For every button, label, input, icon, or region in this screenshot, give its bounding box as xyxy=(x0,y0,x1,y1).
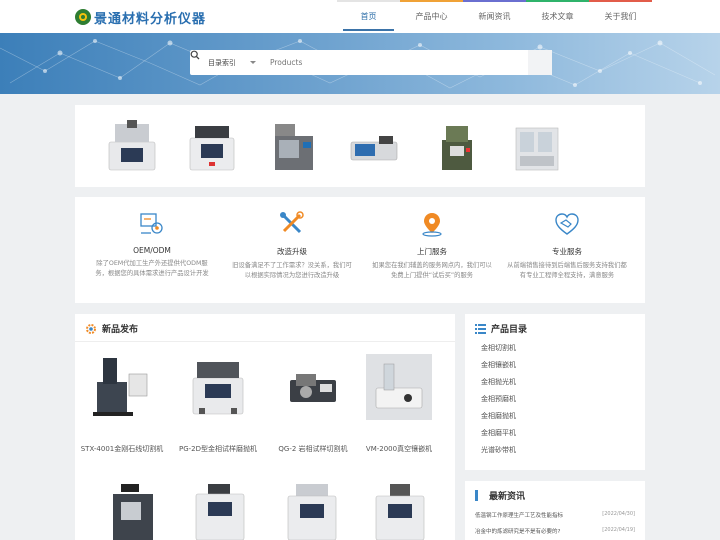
news-bar-icon xyxy=(475,490,478,501)
nav-label: 技术文章 xyxy=(541,12,574,21)
nav-topbar xyxy=(337,0,400,2)
list-icon xyxy=(475,324,486,334)
nav-label: 新闻资讯 xyxy=(478,12,511,21)
news-title: 冶金中的炼滤研究是不是有必要的? xyxy=(475,529,561,535)
product-name: STX-4001金刚石线切割机 xyxy=(80,445,164,453)
product-image[interactable] xyxy=(370,484,430,540)
product-image xyxy=(192,362,244,415)
product-image xyxy=(366,354,432,420)
nav-label: 关于我们 xyxy=(604,12,637,21)
service-onsite[interactable]: 上门服务 如果您在我们辅盖的服务网点内，我们可以免费上门提供“试后买”的服务 xyxy=(372,211,492,281)
gear-screen-icon xyxy=(140,213,163,234)
service-title: 改造升级 xyxy=(277,247,307,256)
section-title: 产品目录 xyxy=(491,325,528,335)
search-input[interactable] xyxy=(264,50,528,75)
nav-active-underline xyxy=(343,29,394,31)
map-pin-icon xyxy=(422,213,442,237)
product-image[interactable] xyxy=(347,120,401,174)
nav-home[interactable]: 首页 xyxy=(337,0,400,33)
search-bar: 目录索引 xyxy=(190,50,552,75)
catalog-item[interactable]: 光谱砂带机 xyxy=(481,442,516,459)
product-name: PG-2D型金相试样磨抛机 xyxy=(178,445,257,453)
service-pro[interactable]: 专业服务 从前端销售接待到后端售后服务支持我们都有专业工程师全程支持，满意服务 xyxy=(507,211,627,281)
catalog-item[interactable]: 金相切割机 xyxy=(481,340,516,357)
section-title: 最新资讯 xyxy=(489,492,526,502)
latest-news-panel: 最新资讯 低温钢工作原理生产工艺及性能指标 [2022/04/30] 冶金中的炼… xyxy=(465,481,645,540)
product-card[interactable]: STX-4001金刚石线切割机 xyxy=(76,354,168,454)
product-image[interactable] xyxy=(510,120,564,174)
service-oem[interactable]: OEM/ODM 除了OEM代加工生产外还提供代ODM服务，根据您的具体需求进行产… xyxy=(92,211,212,279)
site-header: 景通材料分析仪器 首页 产品中心 新闻资讯 技术文章 关于我们 xyxy=(0,0,720,33)
product-image[interactable] xyxy=(190,484,250,540)
search-icon xyxy=(190,50,200,60)
service-title: OEM/ODM xyxy=(133,246,171,255)
news-title: 低温钢工作原理生产工艺及性能指标 xyxy=(475,513,564,519)
product-card[interactable]: PG-2D型金相试样磨抛机 xyxy=(172,354,264,454)
catalog-item[interactable]: 金相磨抛机 xyxy=(481,408,516,425)
logo-text: 景通材料分析仪器 xyxy=(94,11,207,27)
featured-products-strip xyxy=(75,105,645,187)
product-image[interactable] xyxy=(105,120,159,174)
section-title: 新品发布 xyxy=(102,325,139,335)
search-category-select[interactable]: 目录索引 xyxy=(190,50,264,75)
nav-topbar xyxy=(589,0,652,2)
service-title: 专业服务 xyxy=(552,247,582,256)
new-products-panel: 新品发布 STX-4001金刚石线切割机 PG-2D型金相试样磨抛机 QG-2 … xyxy=(75,314,455,540)
catalog-list: 金相切割机 金相镶嵌机 金相抛光机 金相预磨机 金相磨抛机 金相磨平机 光谱砂带… xyxy=(481,340,516,459)
nav-topbar xyxy=(400,0,463,2)
nav-news[interactable]: 新闻资讯 xyxy=(463,0,526,33)
nav-topbar xyxy=(463,0,526,2)
nav-label: 首页 xyxy=(360,12,377,21)
service-desc: 旧设备满足不了工作需求？没关系，我们可以根据实际情况为您进行改造升级 xyxy=(232,262,352,279)
nav-products[interactable]: 产品中心 xyxy=(400,0,463,33)
nav-about[interactable]: 关于我们 xyxy=(589,0,652,33)
nav-label: 产品中心 xyxy=(415,12,448,21)
nav-articles[interactable]: 技术文章 xyxy=(526,0,589,33)
search-button[interactable] xyxy=(190,50,552,75)
service-title: 上门服务 xyxy=(417,247,447,256)
handshake-icon xyxy=(555,213,579,235)
main-nav: 首页 产品中心 新闻资讯 技术文章 关于我们 xyxy=(337,0,652,33)
section-header: 产品目录 xyxy=(475,322,527,335)
product-card[interactable]: VM-2000真空镶嵌机 xyxy=(353,354,445,454)
catalog-item[interactable]: 金相镶嵌机 xyxy=(481,357,516,374)
product-image[interactable] xyxy=(282,484,342,540)
divider xyxy=(75,341,455,342)
gear-icon xyxy=(86,323,96,334)
search-category-label: 目录索引 xyxy=(208,58,236,67)
catalog-item[interactable]: 金相预磨机 xyxy=(481,391,516,408)
tools-icon xyxy=(280,211,304,234)
nav-topbar xyxy=(526,0,589,2)
service-desc: 从前端销售接待到后端售后服务支持我们都有专业工程师全程支持，满意服务 xyxy=(507,262,627,279)
chevron-down-icon xyxy=(250,61,256,64)
service-desc: 除了OEM代加工生产外还提供代ODM服务，根据您的具体需求进行产品设计开发 xyxy=(95,260,209,277)
catalog-item[interactable]: 金相磨平机 xyxy=(481,425,516,442)
news-date: [2022/04/30] xyxy=(602,511,635,517)
product-image xyxy=(290,374,336,402)
news-item[interactable]: 冶金中的炼滤研究是不是有必要的? [2022/04/19] xyxy=(475,527,635,535)
services-panel: OEM/ODM 除了OEM代加工生产外还提供代ODM服务，根据您的具体需求进行产… xyxy=(75,197,645,303)
product-name: QG-2 岩相试样切割机 xyxy=(278,445,348,453)
service-upgrade[interactable]: 改造升级 旧设备满足不了工作需求？没关系，我们可以根据实际情况为您进行改造升级 xyxy=(232,211,352,281)
product-name: VM-2000真空镶嵌机 xyxy=(365,445,433,453)
product-image xyxy=(93,358,148,416)
section-header: 新品发布 xyxy=(85,322,138,335)
catalog-item[interactable]: 金相抛光机 xyxy=(481,374,516,391)
product-image[interactable] xyxy=(105,484,165,540)
news-date: [2022/04/19] xyxy=(602,527,635,533)
logo-icon xyxy=(75,9,91,25)
logo[interactable]: 景通材料分析仪器 xyxy=(75,8,207,27)
hero-banner: 目录索引 xyxy=(0,33,720,94)
product-card[interactable]: QG-2 岩相试样切割机 xyxy=(267,354,359,454)
product-image[interactable] xyxy=(430,120,484,174)
news-item[interactable]: 低温钢工作原理生产工艺及性能指标 [2022/04/30] xyxy=(475,511,635,519)
section-header: 最新资讯 xyxy=(475,489,525,502)
product-catalog-panel: 产品目录 金相切割机 金相镶嵌机 金相抛光机 金相预磨机 金相磨抛机 金相磨平机… xyxy=(465,314,645,470)
product-image[interactable] xyxy=(267,120,321,174)
product-image[interactable] xyxy=(185,120,239,174)
service-desc: 如果您在我们辅盖的服务网点内，我们可以免费上门提供“试后买”的服务 xyxy=(372,262,492,279)
